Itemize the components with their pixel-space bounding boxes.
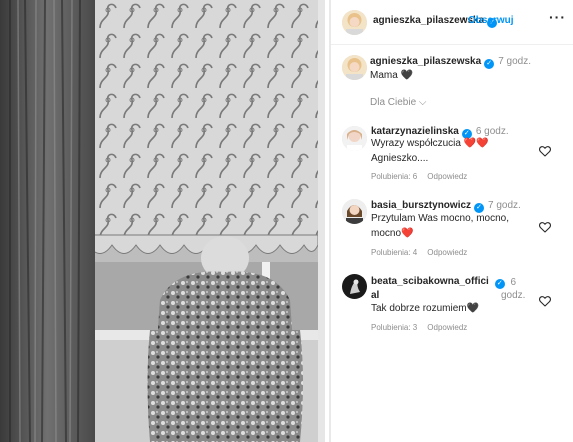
post-header: agnieszka_pilaszewska ✓ • Obserwuj ··· [331,0,573,45]
caption-author-avatar[interactable] [342,55,367,80]
comment-text: Tak dobrze rozumiem🖤 [371,303,480,314]
header-separator: • [462,14,466,25]
comment-avatar-image [342,274,367,299]
comment-reply-button[interactable]: Odpowiedz [427,248,467,257]
comment-author-line: beata_scibakowna_offici ✓ al [371,275,505,302]
comment-text-line: Wyrazy współczucia ❤️❤️ [371,138,489,149]
comment-likes-count[interactable]: Polubienia: 4 [371,248,417,257]
comment-likes-count[interactable]: Polubienia: 6 [371,172,417,181]
comment-timestamp[interactable]: 6 godz. [501,276,525,302]
heart-outline-icon[interactable] [538,294,552,308]
comment-reply-button[interactable]: Odpowiedz [427,323,467,332]
comment-reply-button[interactable]: Odpowiedz [427,172,467,181]
comment-author-username[interactable]: beata_scibakowna_offici [371,276,489,287]
comment-text-line: mocno❤️ [371,228,414,239]
caption-timestamp[interactable]: 7 godz. [498,56,531,67]
for-you-dropdown[interactable]: Dla Ciebie ⌵ [370,97,427,108]
comment-avatar[interactable] [342,126,367,151]
comment-avatar-image [342,199,367,224]
comment-avatar[interactable] [342,274,367,299]
heart-outline-icon[interactable] [538,144,552,158]
comment-author-username[interactable]: basia_bursztynowicz [371,200,471,211]
comment-meta: Polubienia: 6 Odpowiedz [371,172,477,181]
post-photo [0,0,329,442]
more-options-icon[interactable]: ··· [549,9,566,25]
comment-timestamp-line: godz. [501,290,526,301]
post-side-panel: agnieszka_pilaszewska ✓ • Obserwuj ··· ag… [331,0,573,442]
post-photo-image [0,0,329,442]
heart-outline-icon[interactable] [538,220,552,234]
follow-button[interactable]: Obserwuj [468,15,514,26]
author-avatar[interactable] [342,10,367,35]
comment-avatar-image [342,126,367,151]
caption-author-username[interactable]: agnieszka_pilaszewska [370,56,481,67]
comment-likes-count[interactable]: Polubienia: 3 [371,323,417,332]
caption-author-avatar-image [342,55,367,80]
comment-text-line: Przytulam Was mocno, mocno, [371,213,510,224]
comment-text-line: Agnieszko.... [371,153,429,164]
comment-timestamp-line: 6 [510,277,517,288]
comment-meta: Polubienia: 4 Odpowiedz [371,248,477,257]
author-avatar-image [342,10,367,35]
verified-badge-icon: ✓ [484,59,495,69]
comment-text: Wyrazy współczucia ❤️❤️ Agnieszko.... [371,136,489,166]
comment-avatar[interactable] [342,199,367,224]
comment-timestamp[interactable]: 7 godz. [488,200,521,211]
caption-text: Mama 🖤 [370,70,414,81]
comment-meta: Polubienia: 3 Odpowiedz [371,323,477,332]
comment-text: Przytulam Was mocno, mocno, mocno❤️ [371,211,509,241]
